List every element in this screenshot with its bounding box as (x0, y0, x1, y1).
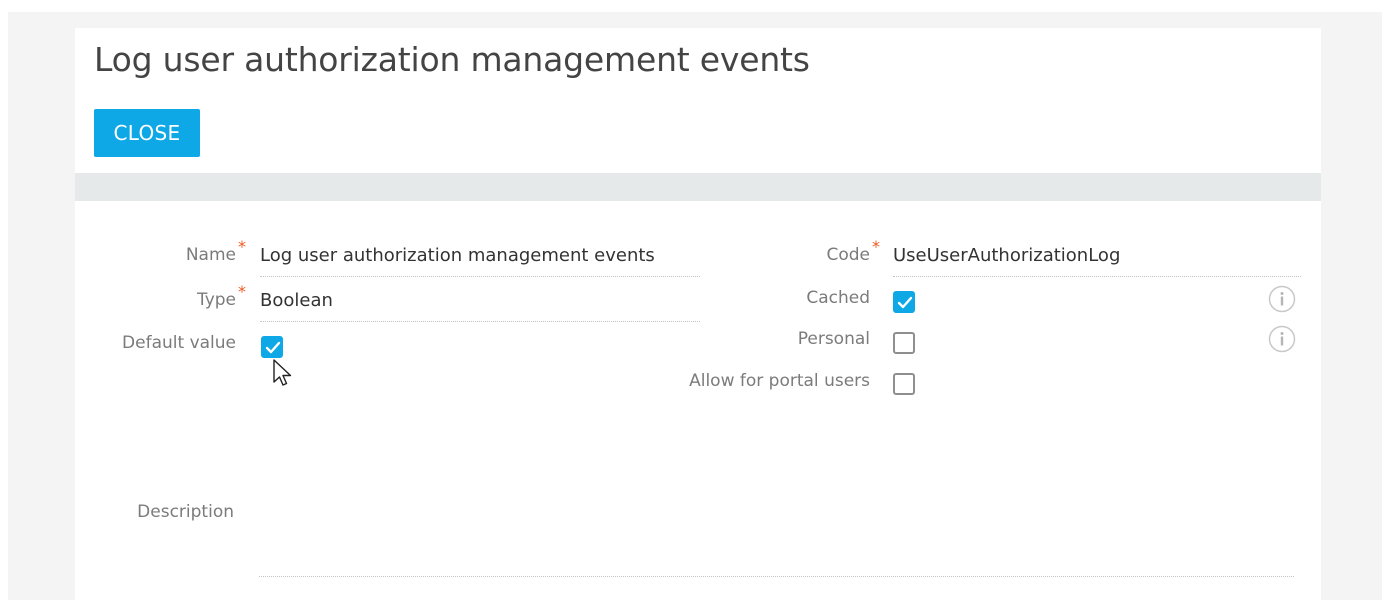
name-label: Name (185, 245, 236, 265)
personal-label: Personal (797, 329, 870, 349)
name-required-mark: * (238, 237, 246, 256)
info-icon[interactable] (1268, 285, 1296, 313)
name-value: Log user authorization management events (260, 245, 655, 266)
code-field[interactable]: UseUserAuthorizationLog (893, 240, 1301, 277)
allow-portal-label: Allow for portal users (689, 371, 870, 391)
default-value-checkbox[interactable] (261, 336, 283, 358)
default-value-label: Default value (122, 333, 236, 353)
code-value: UseUserAuthorizationLog (893, 245, 1121, 266)
description-label: Description (137, 502, 234, 522)
type-value: Boolean (260, 290, 333, 311)
type-label: Type (196, 290, 236, 310)
type-required-mark: * (238, 282, 246, 301)
page-title: Log user authorization management events (94, 40, 810, 79)
info-icon[interactable] (1268, 325, 1296, 353)
description-field[interactable] (259, 540, 1294, 577)
close-button[interactable]: CLOSE (94, 109, 200, 157)
name-field[interactable]: Log user authorization management events (260, 240, 700, 277)
section-divider-bar (75, 173, 1321, 201)
check-icon (897, 296, 913, 309)
cached-label: Cached (806, 288, 870, 308)
type-field[interactable]: Boolean (260, 285, 700, 322)
check-icon (265, 341, 281, 354)
allow-portal-checkbox[interactable] (893, 373, 915, 395)
code-label: Code (826, 245, 870, 265)
cached-checkbox[interactable] (893, 291, 915, 313)
code-required-mark: * (872, 237, 880, 256)
personal-checkbox[interactable] (893, 332, 915, 354)
